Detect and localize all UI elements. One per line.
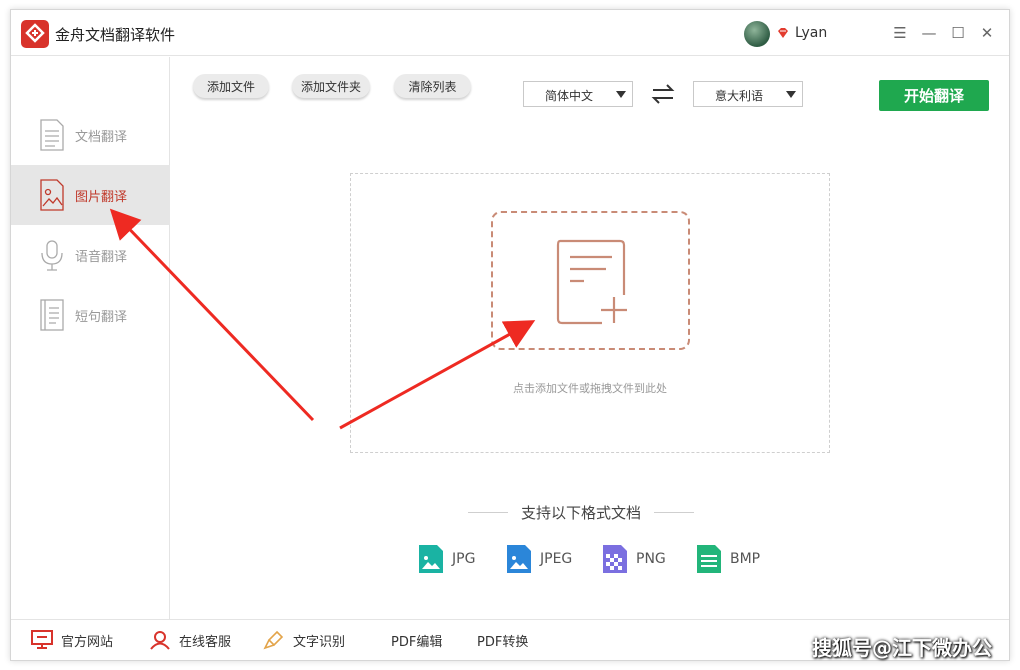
- sidebar-item-document-translate[interactable]: 文档翻译: [11, 105, 170, 165]
- monitor-icon: [31, 630, 53, 649]
- add-document-icon: [556, 239, 627, 325]
- sidebar-item-voice-translate[interactable]: 语音翻译: [11, 225, 170, 285]
- drop-hint: 点击添加文件或拖拽文件到此处: [513, 382, 667, 395]
- sidebar-item-label: 图片翻译: [75, 190, 128, 205]
- add-file-button[interactable]: 添加文件: [193, 74, 269, 98]
- sidebar: 文档翻译 图片翻译 语音翻译 短句翻译: [11, 57, 170, 619]
- online-support-link[interactable]: 在线客服: [149, 629, 231, 651]
- sidebar-item-label: 文档翻译: [75, 130, 128, 145]
- format-jpeg: JPEG: [506, 543, 572, 575]
- start-translate-button[interactable]: 开始翻译: [879, 80, 989, 111]
- format-png: PNG: [602, 543, 666, 575]
- bmp-file-icon: [697, 545, 721, 573]
- sidebar-item-label: 短句翻译: [75, 310, 128, 325]
- title-bar: 金舟文档翻译软件 Lyan ☰ — ☐ ✕: [11, 10, 1009, 56]
- vip-diamond-icon: [778, 28, 788, 38]
- minimize-icon[interactable]: —: [918, 22, 940, 44]
- user-support-icon: [150, 631, 170, 650]
- official-website-link[interactable]: 官方网站: [31, 629, 113, 651]
- file-drop-zone[interactable]: 点击添加文件或拖拽文件到此处: [350, 173, 830, 453]
- target-language-select[interactable]: 意大利语: [693, 81, 803, 107]
- microphone-icon: [41, 240, 63, 271]
- maximize-icon[interactable]: ☐: [947, 22, 969, 44]
- source-language-select[interactable]: 简体中文: [523, 81, 633, 107]
- sidebar-item-image-translate[interactable]: 图片翻译: [11, 165, 170, 225]
- add-folder-button[interactable]: 添加文件夹: [292, 74, 370, 98]
- chevron-down-icon: [786, 91, 796, 98]
- avatar[interactable]: [744, 21, 770, 47]
- clear-list-button[interactable]: 清除列表: [394, 74, 471, 98]
- close-icon[interactable]: ✕: [976, 22, 998, 44]
- app-logo-icon: [21, 20, 49, 48]
- text-lines-icon: [40, 299, 64, 331]
- brush-icon: [263, 630, 284, 650]
- jpg-file-icon: [419, 545, 443, 573]
- png-file-icon: [603, 545, 627, 573]
- watermark: 搜狐号@江下微办公: [812, 636, 992, 660]
- chevron-down-icon: [616, 91, 626, 98]
- pdf-convert-link[interactable]: PDF转换: [477, 629, 528, 651]
- document-icon: [40, 119, 64, 151]
- text-recognition-link[interactable]: 文字识别: [263, 629, 345, 651]
- image-icon: [40, 179, 64, 211]
- sidebar-item-sentence-translate[interactable]: 短句翻译: [11, 285, 170, 345]
- app-title: 金舟文档翻译软件: [55, 26, 176, 44]
- swap-languages-icon[interactable]: [650, 82, 676, 106]
- menu-icon[interactable]: ☰: [889, 22, 911, 44]
- divider: [654, 512, 694, 513]
- pdf-edit-link[interactable]: PDF编辑: [391, 629, 442, 651]
- add-file-area[interactable]: [491, 211, 690, 350]
- jpeg-file-icon: [507, 545, 531, 573]
- format-bmp: BMP: [696, 543, 760, 575]
- username[interactable]: Lyan: [795, 25, 827, 41]
- format-jpg: JPG: [418, 543, 475, 575]
- sidebar-item-label: 语音翻译: [75, 250, 128, 265]
